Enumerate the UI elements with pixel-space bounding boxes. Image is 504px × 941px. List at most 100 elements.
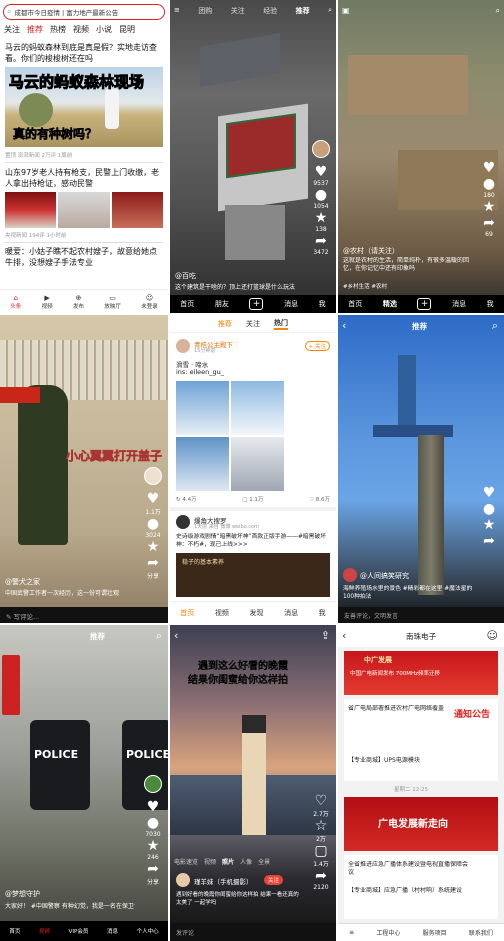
follow-button[interactable]: + 关注	[304, 341, 330, 351]
search-icon[interactable]: ⌕	[492, 319, 498, 333]
tab-hot[interactable]: 热榜	[50, 24, 66, 35]
tab-video[interactable]: 视频	[73, 24, 89, 35]
video-author[interactable]: @百吃	[175, 271, 196, 281]
video-author[interactable]: @警犬之家	[5, 577, 40, 587]
avatar[interactable]	[176, 515, 190, 529]
nav-video[interactable]: 视频	[39, 927, 50, 935]
nav-engineering[interactable]: 工程中心	[376, 928, 400, 937]
nav-home[interactable]: 首页	[348, 299, 362, 309]
comment-icon[interactable]: ●	[480, 176, 498, 192]
avatar[interactable]	[176, 873, 190, 887]
menu-icon[interactable]: ≡	[174, 6, 180, 16]
tab-follow[interactable]: 关注	[4, 24, 20, 35]
top-tab[interactable]: 推荐	[90, 631, 105, 642]
panel-soldier-video[interactable]: 小心翼翼打开盖子 ♥ 1.1万 ● 3024 ★ ➦ 分享 @警犬之家 中国武警工作者…	[0, 315, 168, 623]
star-icon[interactable]: ★	[144, 539, 162, 555]
comment-icon[interactable]: ●	[144, 516, 162, 532]
panel-sunset-video[interactable]: ‹ ⇪ 遇到这么好看的晚霞 结果你闺蜜给你这样拍 ♡ 2.7万 ☆ 2万 ▢ 1.4万…	[170, 625, 336, 941]
menu-icon[interactable]: ≡	[349, 929, 354, 936]
avatar[interactable]	[144, 775, 162, 793]
video-author[interactable]: @农村（请关注）	[343, 246, 399, 256]
follow-button[interactable]: 关注	[264, 875, 284, 885]
share-icon[interactable]: ➦	[144, 555, 162, 571]
avatar[interactable]	[176, 339, 190, 353]
nav-home[interactable]: 首页	[9, 927, 20, 935]
banner-2[interactable]: 广电发展新走向	[344, 797, 498, 851]
tab-hot[interactable]: 热门	[274, 318, 288, 330]
search-input[interactable]: 成都市今日疫情 | 富力地产最新公告	[14, 7, 154, 17]
nav-home[interactable]: 首页	[180, 299, 194, 309]
news-item[interactable]: 【专业商城】应急广播（村村响）系统建设	[348, 887, 468, 903]
nav-video[interactable]: 视频	[215, 608, 229, 618]
search-icon[interactable]: ⌕	[328, 6, 332, 16]
top-tab[interactable]: 推荐	[412, 321, 427, 332]
video-author[interactable]: 瑾羊妹（手机摄影）	[194, 876, 253, 886]
tab-recommend[interactable]: 推荐	[27, 24, 43, 35]
star-icon[interactable]: ★	[144, 838, 162, 854]
nav-home[interactable]: 首页	[180, 608, 194, 618]
create-button[interactable]: +	[249, 298, 264, 310]
back-icon[interactable]: ‹	[342, 319, 346, 332]
tab-portrait[interactable]: 人像	[240, 857, 252, 866]
panel-pole-video[interactable]: 推荐 ‹ ⌕ ♥ ● ★ ➦ @人间搞笑研究 海鲜养殖场水里的景色 #精彩都在这…	[338, 315, 504, 623]
tab-city[interactable]: 昆明	[119, 24, 135, 35]
comment-icon[interactable]: ▢	[312, 843, 330, 859]
news-item-2[interactable]: 山东97岁老人持有枪支，民警上门收缴，老人拿出持枪证，感动民警	[5, 167, 163, 189]
repost-button[interactable]: ↻ 4.4万	[176, 495, 197, 503]
nav-vip[interactable]: VIP会员	[69, 927, 89, 935]
nav-profile[interactable]: ☺ 未登录	[141, 294, 158, 310]
comment-bar[interactable]: 发评论	[170, 923, 336, 941]
comment-icon[interactable]: ●	[312, 187, 330, 203]
nav-discover[interactable]: 发现	[249, 608, 263, 618]
nav-profile[interactable]: 我	[319, 299, 326, 309]
like-button[interactable]: ♡ 8.6万	[309, 495, 330, 503]
nav-messages[interactable]: 消息	[452, 299, 466, 309]
post-image-grid[interactable]	[176, 381, 284, 491]
heart-icon[interactable]: ♥	[144, 491, 162, 507]
nav-theater[interactable]: ▭ 放映厅	[104, 294, 121, 310]
tab-follow[interactable]: 关注	[246, 319, 260, 329]
star-icon[interactable]: ★	[312, 210, 330, 226]
back-icon[interactable]: ‹	[174, 629, 178, 642]
heart-icon[interactable]: ♥	[312, 164, 330, 180]
star-icon[interactable]: ★	[480, 199, 498, 215]
nav-contact[interactable]: 联系我们	[469, 928, 493, 937]
nav-messages[interactable]: 消息	[284, 299, 298, 309]
heart-icon[interactable]: ♥	[144, 799, 162, 815]
nav-home[interactable]: ⌂ 头条	[10, 294, 21, 310]
nav-publish[interactable]: ⊕ 发布	[73, 294, 84, 310]
panel-aerial-video[interactable]: ≡ 团购 关注 经验 推荐 ⌕ ♥ 9537 ● 1054 ★ 138 ➦ 3472 @…	[170, 0, 336, 313]
share-icon[interactable]: ➦	[144, 861, 162, 877]
video-author[interactable]: @梦想守护	[5, 889, 40, 899]
star-icon[interactable]: ★	[480, 517, 498, 533]
tab-follow[interactable]: 关注	[231, 6, 245, 16]
heart-icon[interactable]: ♥	[480, 160, 498, 176]
star-icon[interactable]: ☆	[312, 818, 330, 834]
avatar[interactable]	[343, 568, 357, 582]
nav-profile[interactable]: 个人中心	[137, 927, 159, 935]
search-bar[interactable]: ⌕ 成都市今日疫情 | 富力地产最新公告	[3, 4, 165, 20]
tab-panorama[interactable]: 全景	[258, 857, 270, 866]
banner-1[interactable]: 中广发展 中国广电新闻发布 700MHz频率迁移	[344, 651, 498, 695]
share-icon[interactable]: ➦	[480, 533, 498, 549]
news-block-2[interactable]: 全省推进应急广播体系建设暨电视直播保障会议 【专业商城】应急广播（村村响）系统建…	[344, 855, 498, 919]
comment-icon[interactable]: ●	[480, 501, 498, 517]
nav-video[interactable]: ▶ 视频	[42, 294, 53, 310]
comment-icon[interactable]: ●	[144, 815, 162, 831]
news-item[interactable]: 【专业商城】UPS电源模块	[348, 755, 420, 764]
news-item[interactable]: 省广电局部署推进农村广电网络覆盖	[348, 705, 448, 729]
tab-video[interactable]: 视频	[204, 857, 216, 866]
tab-recommend[interactable]: 推荐	[218, 319, 232, 329]
heart-icon[interactable]: ♡	[312, 793, 330, 809]
comment-input[interactable]: 友善评论，文明发言	[344, 613, 398, 620]
nav-services[interactable]: 服务项目	[423, 928, 447, 937]
share-icon[interactable]: ➦	[480, 215, 498, 231]
nav-profile[interactable]: 我	[319, 608, 326, 618]
comment-bar[interactable]: 友善评论，文明发言	[338, 607, 504, 623]
tab-movie[interactable]: 电影速览	[174, 857, 198, 866]
user-icon[interactable]: ☺	[487, 629, 498, 642]
panel-village-video[interactable]: ▣ ⌕ ♥ ● 180 ★ ➦ 69 @农村（请关注） 这就是农村的生活，简单纯朴，…	[338, 0, 504, 313]
camera-icon[interactable]: ▣	[342, 6, 350, 16]
panel-police-video[interactable]: POLICE POLICE 推荐 ⌕ ♥ ● 7030 ★ 246 ➦ 分享 @梦想守…	[0, 625, 168, 941]
tab-photo[interactable]: 照片	[222, 857, 234, 866]
